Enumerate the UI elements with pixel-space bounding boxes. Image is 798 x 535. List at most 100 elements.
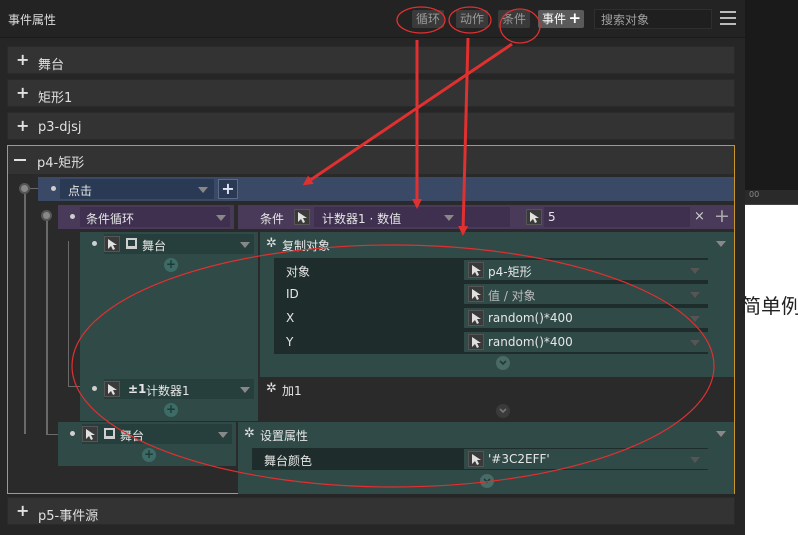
loop-select[interactable]: 条件循环 (80, 207, 230, 227)
event-button[interactable]: 事件 + (538, 9, 585, 28)
add-action-icon[interactable]: + (164, 258, 178, 272)
pointer-icon[interactable] (104, 381, 120, 397)
action-add-one-row[interactable]: ✲ 加1 (260, 377, 734, 401)
action-target-select[interactable]: ±1 计数器1 (104, 379, 254, 399)
action-target-value: 计数器1 (146, 384, 190, 398)
param-row: ID 值 / 对象 (274, 282, 708, 306)
stage-icon (126, 238, 137, 249)
pointer-icon[interactable] (468, 310, 484, 326)
param-value-field[interactable]: 值 / 对象 (464, 284, 708, 304)
action-target-body: + (80, 401, 258, 421)
counter-icon: ±1 (128, 382, 147, 396)
event-button-label: 事件 (542, 12, 567, 26)
tree-item-p4[interactable]: p4-矩形 (8, 146, 734, 174)
add-action-icon[interactable]: + (142, 448, 156, 462)
param-value: '#3C2EFF' (488, 452, 550, 466)
tree-item-p4-expanded: p4-矩形 点击 + 条件循环 条件 计数器1 · 数值 5 × + 舞台 + … (7, 145, 735, 494)
plus-icon: + (568, 9, 582, 27)
condition-value-input[interactable]: 5 (544, 207, 690, 227)
param-value-field[interactable]: '#3C2EFF' (464, 449, 708, 469)
expand-plus-icon[interactable]: + (16, 85, 29, 101)
action-target-body: + (58, 446, 236, 466)
loop-block: 条件循环 (58, 205, 234, 229)
expand-params-icon[interactable] (496, 356, 510, 370)
action-target-select[interactable]: 舞台 (104, 234, 254, 254)
pointer-icon[interactable] (526, 209, 542, 225)
tree-item-p3[interactable]: + p3-djsj (7, 112, 735, 140)
action-target-body: + (80, 256, 258, 382)
chevron-down-icon (716, 431, 726, 437)
chevron-down-icon (690, 292, 700, 298)
chevron-down-icon (716, 241, 726, 247)
pointer-icon[interactable] (294, 209, 310, 225)
expand-plus-icon[interactable]: + (16, 52, 29, 68)
tree-item-stage[interactable]: + 舞台 (7, 46, 735, 74)
param-value: p4-矩形 (488, 265, 532, 279)
param-value: random()*400 (488, 311, 573, 325)
action-target-select[interactable]: 舞台 (82, 424, 232, 444)
action-name: 加1 (282, 384, 302, 398)
search-input[interactable]: 搜索对象 (594, 9, 712, 29)
collapse-minus-icon[interactable] (14, 159, 26, 161)
gear-icon: ✲ (244, 426, 255, 441)
tree-connector (68, 241, 69, 386)
chevron-down-icon (218, 432, 228, 438)
param-name: 对象 (286, 265, 311, 279)
chevron-down-icon (690, 316, 700, 322)
param-name: X (286, 311, 295, 325)
action-name: 设置属性 (260, 429, 309, 443)
action-set-property-row[interactable]: ✲ 设置属性 (238, 422, 734, 446)
chevron-down-icon (690, 340, 700, 346)
pointer-icon[interactable] (468, 334, 484, 350)
tree-item-label: p4-矩形 (37, 156, 85, 171)
param-name: Y (286, 335, 294, 349)
action-copy-object-row[interactable]: ✲ 复制对象 (260, 232, 734, 256)
add-condition-icon[interactable]: + (714, 205, 730, 227)
condition-block: 条件 计数器1 · 数值 5 × + (238, 205, 734, 229)
pointer-icon[interactable] (468, 286, 484, 302)
pointer-icon[interactable] (468, 262, 484, 278)
action-target-value: 舞台 (142, 239, 167, 253)
add-trigger-icon[interactable]: + (218, 179, 238, 199)
pointer-icon[interactable] (104, 236, 120, 252)
trigger-select[interactable]: 点击 (60, 179, 214, 199)
event-trigger-row: 点击 + (38, 177, 734, 201)
expand-params-icon[interactable] (496, 404, 510, 418)
action-target-stage: 舞台 (58, 422, 236, 446)
add-action-icon[interactable]: + (164, 403, 178, 417)
pointer-icon[interactable] (82, 426, 98, 442)
loop-button[interactable]: 循环 (412, 10, 445, 28)
trigger-select-value: 点击 (68, 184, 93, 198)
tree-connector (24, 186, 26, 434)
pointer-icon[interactable] (468, 451, 484, 467)
condition-loop-row: 条件循环 条件 计数器1 · 数值 5 × + (58, 205, 734, 229)
tree-item-label: 矩形1 (38, 91, 73, 106)
param-value-field[interactable]: random()*400 (464, 308, 708, 328)
chevron-down-icon (690, 268, 700, 274)
canvas-preview: 00 简单例 (741, 0, 798, 535)
expand-plus-icon[interactable]: + (16, 503, 29, 519)
expand-params-icon[interactable] (480, 474, 494, 488)
param-row: Y random()*400 (274, 330, 708, 354)
chevron-down-icon (240, 242, 250, 248)
bullet-icon (70, 214, 75, 219)
condition-target-select[interactable]: 计数器1 · 数值 (314, 207, 510, 227)
menu-icon[interactable] (720, 11, 736, 25)
condition-target-value: 计数器1 · 数值 (322, 212, 402, 226)
close-icon[interactable]: × (694, 209, 705, 224)
tree-node-icon[interactable] (41, 210, 52, 221)
condition-label: 条件 (260, 212, 285, 226)
canvas-text: 简单例 (741, 294, 798, 318)
tree-node-icon[interactable] (19, 183, 30, 194)
panel-header: 事件属性 循环 动作 条件 事件 + 搜索对象 (0, 0, 745, 38)
param-value-field[interactable]: random()*400 (464, 332, 708, 352)
bullet-icon (51, 186, 56, 191)
chevron-down-icon (240, 387, 250, 393)
action-button[interactable]: 动作 (456, 10, 489, 28)
param-value-field[interactable]: p4-矩形 (464, 260, 708, 280)
tree-item-p5[interactable]: + p5-事件源 (7, 497, 735, 525)
action-params-area (260, 401, 734, 421)
tree-item-rect1[interactable]: + 矩形1 (7, 79, 735, 107)
expand-plus-icon[interactable]: + (16, 118, 29, 134)
condition-button[interactable]: 条件 (498, 10, 531, 28)
